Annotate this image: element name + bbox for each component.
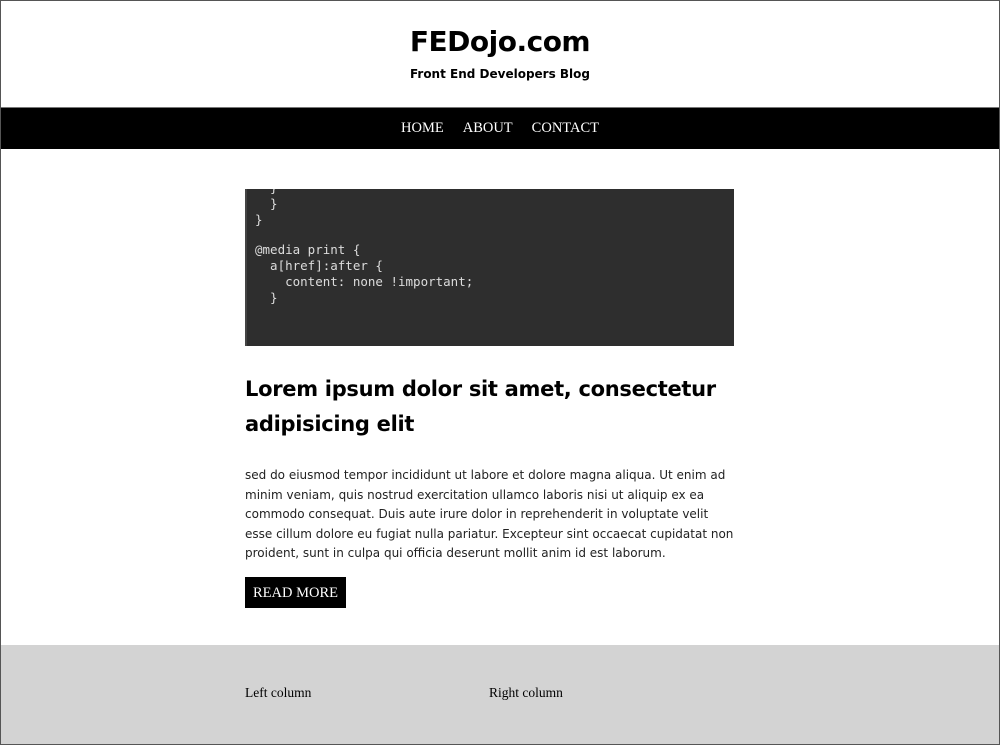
code-line: } <box>255 290 278 305</box>
code-line: } <box>255 189 278 196</box>
code-line: } <box>255 196 278 211</box>
code-line: } <box>255 212 263 227</box>
code-line: content: none !important; <box>255 274 474 289</box>
code-line: @media print { <box>255 242 361 257</box>
post-title[interactable]: Lorem ipsum dolor sit amet, consectetur … <box>245 372 734 442</box>
nav-about-link[interactable]: ABOUT <box>463 120 513 137</box>
post-featured-image[interactable]: } } } @media print { a[href]:after { con… <box>245 189 734 346</box>
post-excerpt: sed do eiusmod tempor incididunt ut labo… <box>245 468 734 560</box>
browser-page: FEDojo.com Front End Developers Blog HOM… <box>0 0 1000 745</box>
footer-left-column: Left column <box>245 685 312 700</box>
main-nav: HOME ABOUT CONTACT <box>1 108 999 149</box>
post-content: } } } @media print { a[href]:after { con… <box>245 149 734 608</box>
nav-contact-link[interactable]: CONTACT <box>532 120 599 137</box>
footer-right-column: Right column <box>489 685 563 700</box>
site-footer: Left column Right column <box>1 645 999 744</box>
site-header: FEDojo.com Front End Developers Blog <box>1 1 999 108</box>
site-title[interactable]: FEDojo.com <box>1 1 999 60</box>
code-line: a[href]:after { <box>255 258 383 273</box>
nav-home-link[interactable]: HOME <box>401 120 444 137</box>
site-tagline: Front End Developers Blog <box>409 67 591 81</box>
read-more-button[interactable]: READ MORE <box>245 576 346 608</box>
